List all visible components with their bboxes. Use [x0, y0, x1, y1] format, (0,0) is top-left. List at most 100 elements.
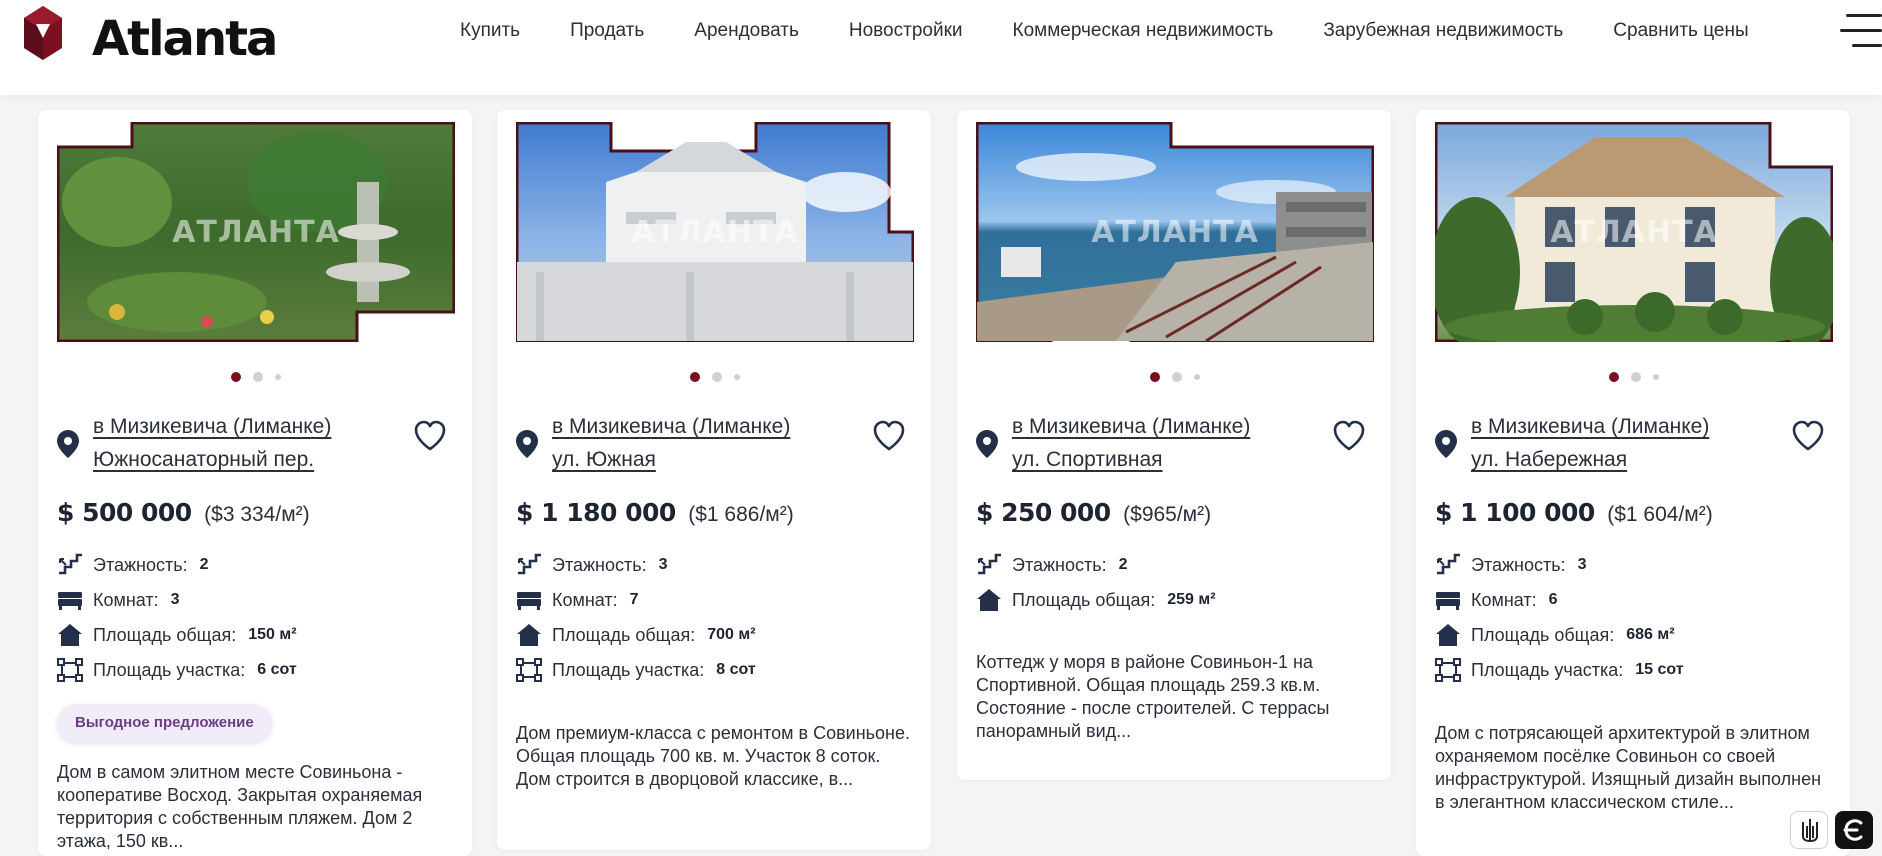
pagination-dot[interactable]: [712, 372, 722, 382]
price-row: $ 250 000 ($965/м²): [976, 498, 1211, 527]
address-line-2[interactable]: ул. Южная: [552, 443, 852, 476]
pagination-dot[interactable]: [275, 374, 281, 380]
nav-item-new-buildings[interactable]: Новостройки: [849, 20, 963, 42]
favorite-heart-icon[interactable]: [413, 420, 447, 452]
feature-value: 3: [1577, 556, 1587, 573]
pagination-dot-active[interactable]: [231, 372, 241, 382]
listing-photo[interactable]: АТЛАНТА: [976, 122, 1374, 342]
pagination-dot[interactable]: [253, 372, 263, 382]
listing-description: Дом премиум-класса с ремонтом в Совиньон…: [516, 723, 910, 789]
nav-item-commercial[interactable]: Коммерческая недвижимость: [1013, 20, 1274, 42]
address-line-2[interactable]: ул. Спортивная: [1012, 443, 1312, 476]
pagination-dot[interactable]: [1631, 372, 1641, 382]
pagination-dot[interactable]: [734, 374, 740, 380]
euro-sign-button[interactable]: [1835, 811, 1873, 849]
listing-description: Дом с потрясающей архитектурой в элитном…: [1435, 723, 1822, 812]
address-line-1[interactable]: в Мизикевича (Лиманке): [93, 410, 393, 443]
address-row: в Мизикевича (Лиманке) ул. Спортивная: [976, 410, 1374, 480]
photo-pagination[interactable]: [57, 372, 455, 382]
pagination-dot[interactable]: [1194, 374, 1200, 380]
photo-pagination[interactable]: [516, 372, 914, 382]
listing-address[interactable]: в Мизикевича (Лиманке) ул. Набережная: [1471, 410, 1771, 476]
feature-label: Комнат:: [1471, 589, 1537, 610]
address-line-1[interactable]: в Мизикевича (Лиманке): [1471, 410, 1771, 443]
feature-label: Комнат:: [93, 589, 159, 610]
listing-address[interactable]: в Мизикевича (Лиманке) ул. Южная: [552, 410, 852, 476]
location-pin-icon: [976, 430, 998, 458]
pagination-dot-active[interactable]: [1609, 372, 1619, 382]
feature-label: Этажность:: [1012, 554, 1107, 575]
photo-pagination[interactable]: [976, 372, 1374, 382]
nav-item-rent[interactable]: Арендовать: [694, 20, 799, 42]
stairs-icon: [1437, 553, 1460, 575]
listing-photo[interactable]: АТЛАНТА: [1435, 122, 1833, 342]
pagination-dot-active[interactable]: [690, 372, 700, 382]
favorite-heart-icon[interactable]: [1791, 420, 1825, 452]
house-icon: [58, 624, 82, 646]
bed-icon: [517, 592, 541, 610]
listing-card[interactable]: АТЛАНТА в Мизикевича (Лиманке) ул. Спорт…: [957, 110, 1391, 780]
address-line-1[interactable]: в Мизикевича (Лиманке): [552, 410, 852, 443]
house-icon: [517, 624, 541, 646]
listing-price: $ 500 000: [57, 498, 192, 527]
listing-card[interactable]: АТЛАНТА в Мизикевича (Лиманке) Южносанат…: [38, 110, 472, 856]
feature-value: 8 сот: [716, 661, 756, 678]
nav-item-sell[interactable]: Продать: [570, 20, 644, 42]
listing-address[interactable]: в Мизикевича (Лиманке) ул. Спортивная: [1012, 410, 1312, 476]
feature-label: Площадь участка:: [93, 659, 246, 680]
location-pin-icon: [516, 430, 538, 458]
listing-photo[interactable]: АТЛАНТА: [516, 122, 914, 342]
feature-value: 700 м²: [707, 626, 756, 643]
feature-value: 2: [199, 556, 209, 573]
address-row: в Мизикевича (Лиманке) ул. Набережная: [1435, 410, 1833, 480]
trident-button[interactable]: [1790, 811, 1828, 849]
listing-photo[interactable]: АТЛАНТА: [57, 122, 455, 342]
favorite-heart-icon[interactable]: [1332, 420, 1366, 452]
price-row: $ 1 180 000 ($1 686/м²): [516, 498, 794, 527]
listing-address[interactable]: в Мизикевича (Лиманке) Южносанаторный пе…: [93, 410, 393, 476]
feature-label: Этажность:: [1471, 554, 1566, 575]
listing-card[interactable]: АТЛАНТА в Мизикевича (Лиманке) ул. Южная…: [497, 110, 931, 850]
address-row: в Мизикевича (Лиманке) Южносанаторный пе…: [57, 410, 455, 480]
address-line-2[interactable]: Южносанаторный пер.: [93, 443, 393, 476]
price-per-m2: ($1 604/м²): [1607, 503, 1713, 526]
bed-icon: [58, 592, 82, 610]
stairs-icon: [518, 553, 541, 575]
stairs-icon: [59, 553, 82, 575]
atlanta-logo-icon[interactable]: [24, 6, 62, 60]
feature-label: Площадь общая:: [1471, 624, 1615, 645]
feature-value: 15 сот: [1635, 661, 1684, 678]
listing-card[interactable]: АТЛАНТА в Мизикевича (Лиманке) ул. Набер…: [1416, 110, 1850, 856]
price-row: $ 500 000 ($3 334/м²): [57, 498, 310, 527]
nav-item-buy[interactable]: Купить: [460, 20, 520, 42]
feature-label: Этажность:: [552, 554, 647, 575]
feature-floors: Этажность: 2: [976, 550, 1374, 580]
house-icon: [977, 589, 1001, 611]
price-per-m2: ($965/м²): [1123, 503, 1212, 526]
favorite-heart-icon[interactable]: [872, 420, 906, 452]
brand-name[interactable]: Atlanta: [92, 11, 278, 67]
feature-value: 3: [658, 556, 668, 573]
price-per-m2: ($3 334/м²): [204, 503, 310, 526]
feature-value: 6 сот: [257, 661, 297, 678]
plot-area-icon: [57, 658, 83, 682]
feature-rooms: Комнат: 3: [57, 585, 455, 615]
nav-item-foreign[interactable]: Зарубежная недвижимость: [1323, 20, 1563, 42]
hamburger-icon[interactable]: [1840, 14, 1882, 50]
address-line-2[interactable]: ул. Набережная: [1471, 443, 1771, 476]
listing-price: $ 1 100 000: [1435, 498, 1595, 527]
feature-value: 150 м²: [248, 626, 297, 643]
feature-area: Площадь общая: 700 м²: [516, 620, 914, 650]
pagination-dot-active[interactable]: [1150, 372, 1160, 382]
listing-price: $ 250 000: [976, 498, 1111, 527]
nav-item-compare-prices[interactable]: Сравнить цены: [1613, 20, 1748, 42]
pagination-dot[interactable]: [1172, 372, 1182, 382]
site-header: Atlanta Купить Продать Арендовать Новост…: [0, 0, 1882, 95]
feature-value: 6: [1548, 591, 1558, 608]
feature-plot: Площадь участка: 15 сот: [1435, 655, 1833, 685]
photo-pagination[interactable]: [1435, 372, 1833, 382]
feature-label: Площадь общая:: [93, 624, 237, 645]
feature-area: Площадь общая: 686 м²: [1435, 620, 1833, 650]
address-line-1[interactable]: в Мизикевича (Лиманке): [1012, 410, 1312, 443]
pagination-dot[interactable]: [1653, 374, 1659, 380]
